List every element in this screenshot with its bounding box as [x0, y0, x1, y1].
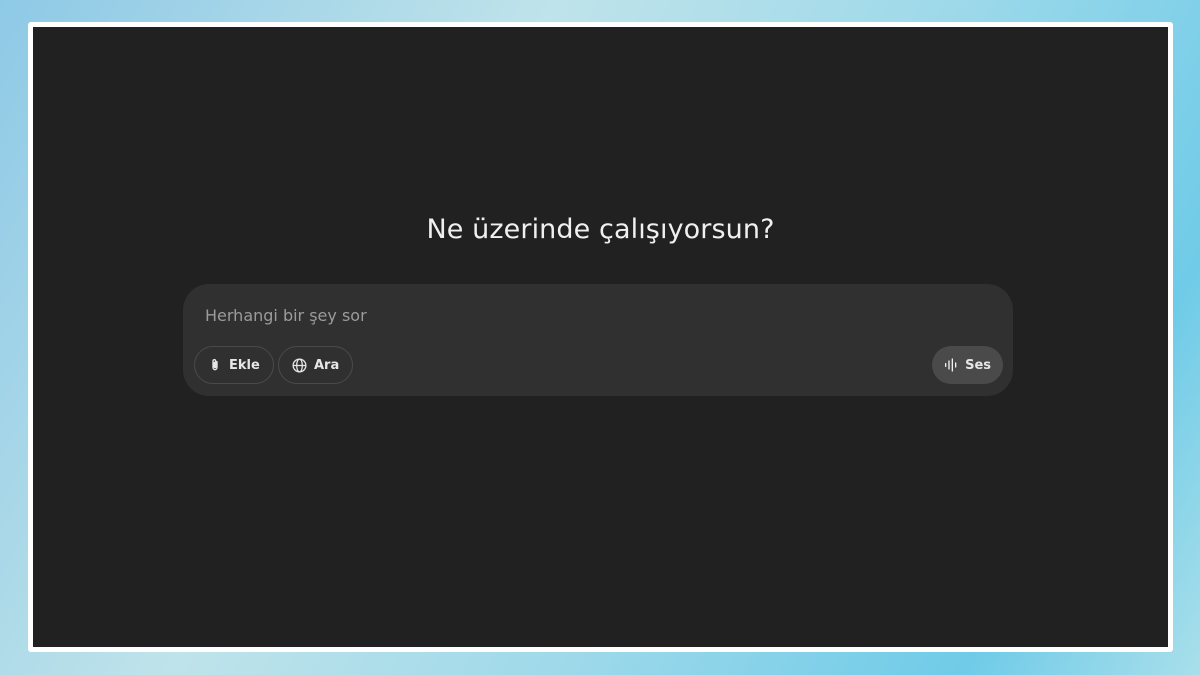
voice-button-label: Ses [965, 357, 991, 373]
paperclip-icon [207, 357, 223, 373]
page-title: Ne üzerinde çalışıyorsun? [426, 214, 775, 245]
window-frame: Ne üzerinde çalışıyorsun? Ekle [28, 22, 1173, 652]
attach-button-label: Ekle [229, 357, 260, 373]
prompt-input[interactable] [205, 304, 965, 326]
search-button[interactable]: Ara [278, 346, 354, 384]
search-button-label: Ara [314, 357, 340, 373]
prompt-composer: Ekle Ara [183, 284, 1013, 396]
voice-waveform-icon [943, 357, 959, 373]
globe-icon [291, 357, 308, 374]
voice-button[interactable]: Ses [932, 346, 1003, 384]
attach-button[interactable]: Ekle [194, 346, 274, 384]
chat-screen: Ne üzerinde çalışıyorsun? Ekle [33, 27, 1168, 647]
